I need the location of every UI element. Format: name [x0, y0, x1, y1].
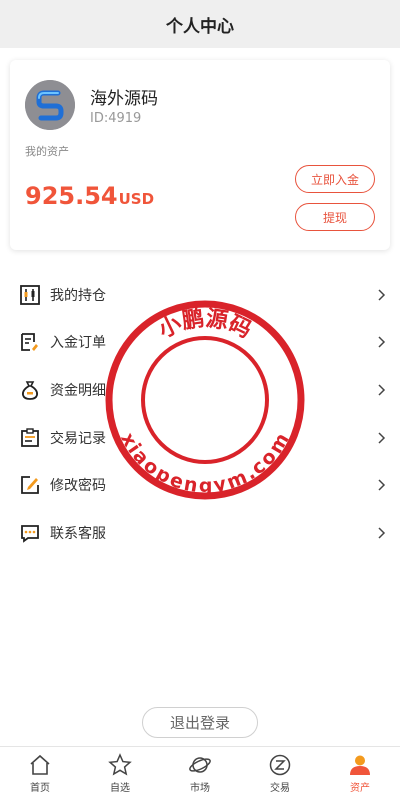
menu-item-label: 资金明细	[50, 382, 106, 399]
tab-home[interactable]: 首页	[0, 747, 80, 797]
withdraw-button[interactable]: 提现	[295, 203, 375, 231]
assets-label: 我的资产	[25, 145, 69, 158]
username: 海外源码	[90, 89, 158, 109]
page-title: 个人中心	[166, 16, 234, 37]
trade-icon	[269, 754, 291, 776]
planet-icon	[189, 757, 211, 773]
edit-password-icon	[19, 474, 41, 496]
user-id: ID:4919	[90, 111, 142, 126]
tab-label: 交易	[270, 783, 290, 794]
tab-assets[interactable]: 资产	[320, 747, 400, 797]
menu-item-label: 我的持仓	[50, 287, 106, 304]
chat-support-icon	[19, 522, 41, 544]
logo-s-icon	[25, 80, 75, 130]
tab-label: 市场	[190, 783, 210, 794]
avatar[interactable]	[25, 80, 75, 130]
balance-amount: 925.54	[25, 182, 118, 210]
star-icon	[108, 753, 132, 776]
menu-item-change-password[interactable]: 修改密码	[0, 461, 400, 509]
balance: 925.54USD	[25, 182, 154, 210]
tab-market[interactable]: 市场	[160, 747, 240, 797]
deposit-button[interactable]: 立即入金	[295, 165, 375, 193]
balance-unit: USD	[118, 190, 155, 208]
tab-watchlist[interactable]: 自选	[80, 747, 160, 797]
tab-label: 首页	[30, 783, 50, 794]
menu-item-deposit-orders[interactable]: 入金订单	[0, 319, 400, 367]
tab-trade[interactable]: 交易	[240, 747, 320, 797]
holdings-chart-icon	[19, 284, 41, 306]
menu-list: 我的持仓 入金订单 资金明细 交易记录 修改密码 联系客服	[0, 271, 400, 557]
tab-label: 自选	[110, 783, 130, 794]
menu-item-label: 修改密码	[50, 478, 106, 495]
chevron-right-icon	[378, 432, 386, 444]
logout-button[interactable]: 退出登录	[142, 707, 258, 738]
money-bag-icon	[19, 379, 41, 401]
menu-item-customer-service[interactable]: 联系客服	[0, 509, 400, 557]
chevron-right-icon	[378, 527, 386, 539]
bottom-tab-bar: 首页 自选 市场 交易 资产	[0, 746, 400, 797]
menu-item-fund-details[interactable]: 资金明细	[0, 366, 400, 414]
menu-item-trade-records[interactable]: 交易记录	[0, 414, 400, 462]
menu-item-holdings[interactable]: 我的持仓	[0, 271, 400, 319]
menu-item-label: 联系客服	[50, 525, 106, 542]
chevron-right-icon	[378, 479, 386, 491]
deposit-order-icon	[19, 331, 41, 353]
user-assets-icon	[350, 755, 370, 775]
trade-record-icon	[19, 427, 41, 449]
menu-item-label: 入金订单	[50, 335, 106, 352]
asset-card: 海外源码 ID:4919 我的资产 925.54USD 立即入金 提现	[10, 60, 390, 250]
home-icon	[30, 754, 50, 775]
chevron-right-icon	[378, 289, 386, 301]
top-bar: 个人中心	[0, 0, 400, 48]
menu-item-label: 交易记录	[50, 430, 106, 447]
tab-label: 资产	[350, 783, 370, 794]
chevron-right-icon	[378, 384, 386, 396]
chevron-right-icon	[378, 336, 386, 348]
